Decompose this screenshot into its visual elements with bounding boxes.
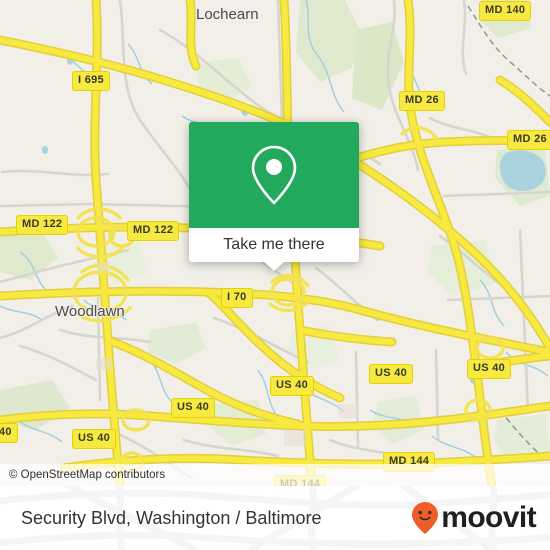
road-shield: US 40: [467, 359, 512, 379]
road-shield: MD 140: [479, 1, 532, 21]
road-shield: US 40: [72, 429, 117, 449]
road-shield: I 70: [221, 288, 253, 308]
callout-marker-area: [189, 122, 359, 228]
road-shield: 40: [0, 423, 18, 443]
road-shield: MD 26: [507, 130, 550, 150]
road-shield: US 40: [369, 364, 414, 384]
map-place-label: Lochearn: [196, 6, 259, 23]
moovit-brand: moovit: [410, 501, 537, 534]
road-shield: MD 122: [127, 221, 180, 241]
take-me-there-callout[interactable]: Take me there: [189, 122, 359, 271]
road-shield: MD 26: [399, 91, 445, 111]
page-title: Security Blvd, Washington / Baltimore: [21, 507, 322, 528]
moovit-smiley-pin-icon: [412, 502, 439, 534]
callout-tail: [264, 262, 284, 271]
footer-bar: Security Blvd, Washington / Baltimore mo…: [0, 486, 550, 550]
road-shield: US 40: [171, 398, 216, 418]
callout-cta-area[interactable]: Take me there: [189, 228, 359, 271]
map-attribution: © OpenStreetMap contributors: [0, 464, 550, 486]
map-pin-icon: [251, 145, 297, 205]
road-shield: I 695: [72, 71, 110, 91]
road-shield: US 40: [270, 376, 315, 396]
road-shield: MD 122: [16, 215, 69, 235]
map-share-card: Lochearn Woodlawn I 695 MD 140 MD 26 MD …: [0, 0, 550, 550]
take-me-there-label: Take me there: [223, 236, 325, 253]
moovit-wordmark: moovit: [441, 501, 536, 534]
map-place-label: Woodlawn: [55, 303, 125, 320]
attribution-text: © OpenStreetMap contributors: [9, 469, 166, 481]
